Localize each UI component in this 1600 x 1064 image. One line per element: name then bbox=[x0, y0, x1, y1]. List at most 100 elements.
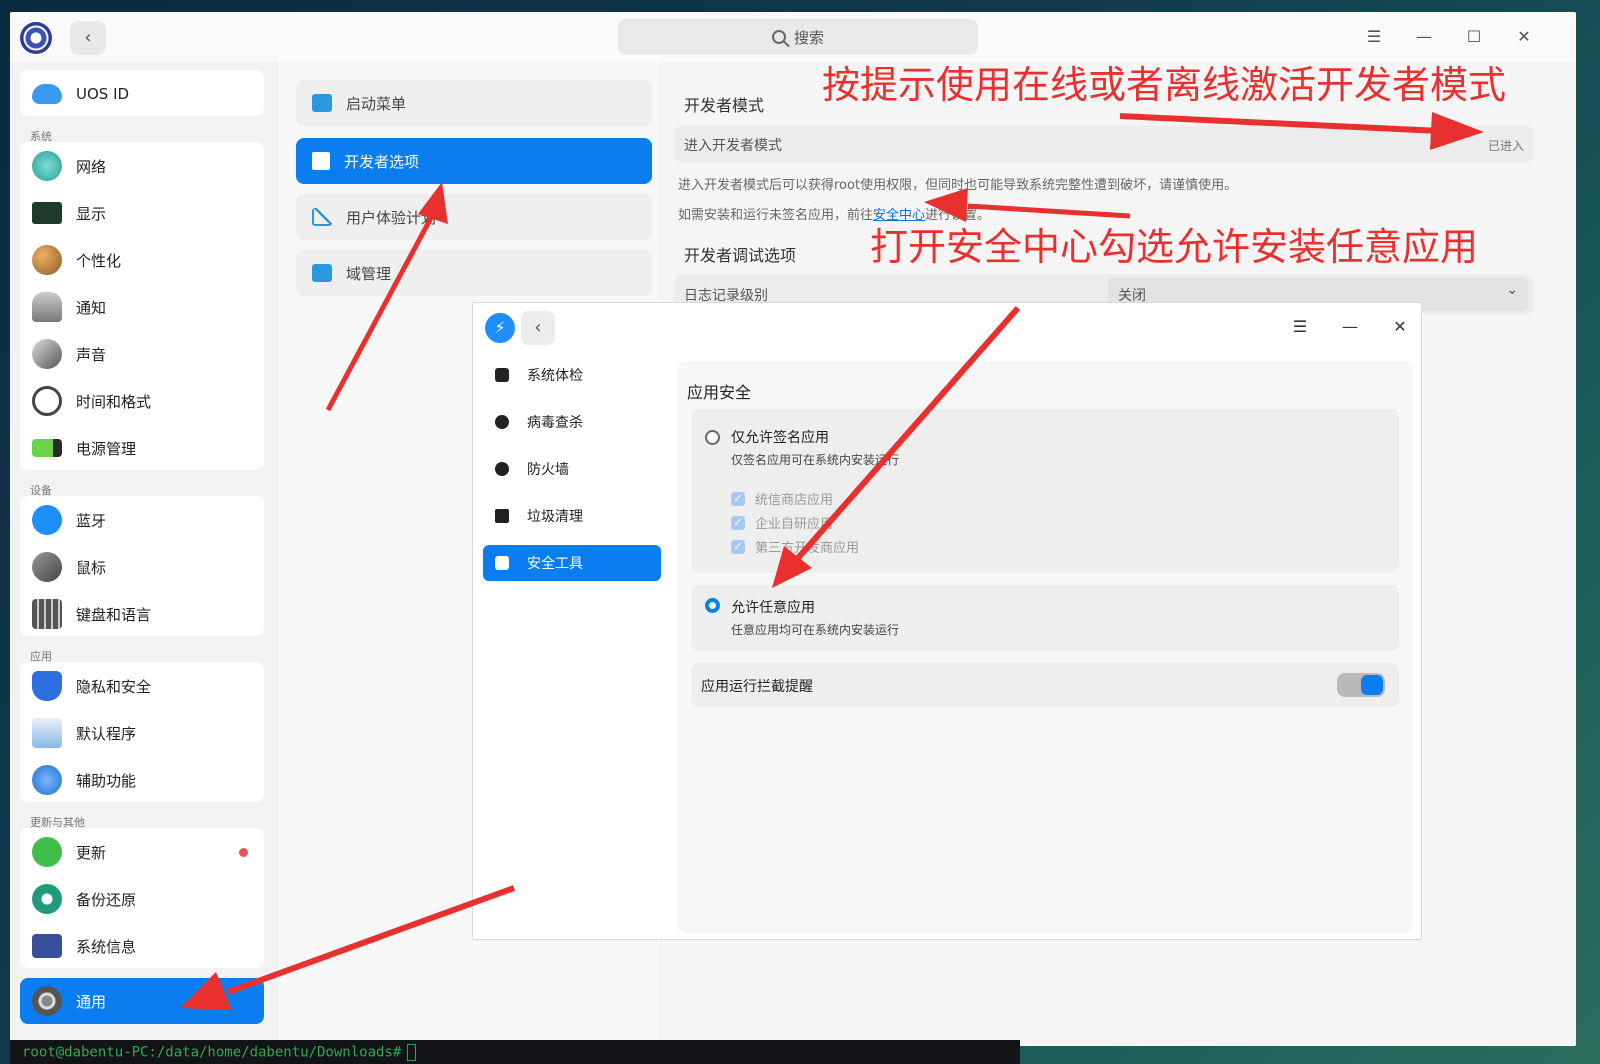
network-icon bbox=[32, 151, 62, 181]
option-signed-only[interactable]: 仅允许签名应用 仅签名应用可在系统内安装运行 ✓ 统信商店应用 ✓ 企业自研应用… bbox=[691, 409, 1399, 573]
sidebar-item-network[interactable]: 网络 bbox=[20, 144, 264, 188]
dev-mode-status: 已进入 bbox=[1487, 139, 1524, 153]
cloud-icon bbox=[32, 84, 62, 104]
sidebar: UOS ID 系统 网络 显示 个性化 通知 声音 时间和格式 电源管理 设备 … bbox=[20, 62, 274, 1046]
chevron-down-icon: ⌄ bbox=[1506, 282, 1518, 298]
checkbox-checked-icon: ✓ bbox=[731, 491, 745, 506]
app-logo-icon bbox=[20, 22, 52, 54]
clock-icon bbox=[32, 386, 62, 416]
system-info-icon bbox=[32, 934, 62, 958]
security-item-cleanup[interactable]: 垃圾清理 bbox=[483, 498, 661, 534]
terminal-cursor bbox=[407, 1044, 417, 1061]
bluetooth-icon bbox=[32, 505, 62, 535]
search-input[interactable]: 搜索 bbox=[618, 19, 978, 55]
sidebar-item-backup[interactable]: 备份还原 bbox=[20, 877, 264, 921]
firewall-icon bbox=[495, 462, 509, 476]
tools-icon bbox=[495, 556, 509, 570]
security-item-checkup[interactable]: 系统体检 bbox=[483, 357, 661, 393]
shield-icon bbox=[32, 671, 62, 701]
dialog-back-button[interactable]: ‹ bbox=[521, 311, 555, 345]
trash-icon bbox=[495, 509, 509, 523]
security-item-virus-scan[interactable]: 病毒查杀 bbox=[483, 404, 661, 440]
sidebar-item-uos-id[interactable]: UOS ID bbox=[20, 72, 264, 116]
backup-icon bbox=[32, 884, 62, 914]
palette-icon bbox=[32, 245, 62, 275]
bell-icon bbox=[32, 292, 62, 322]
maximize-icon[interactable]: ☐ bbox=[1460, 25, 1488, 49]
boot-menu-icon bbox=[312, 94, 332, 112]
annotation-middle: 打开安全中心勾选允许安装任意应用 bbox=[870, 225, 1479, 269]
domain-icon bbox=[312, 264, 332, 282]
app-security-panel: 应用安全 仅允许签名应用 仅签名应用可在系统内安装运行 ✓ 统信商店应用 ✓ 企… bbox=[677, 361, 1413, 933]
sidebar-item-mouse[interactable]: 鼠标 bbox=[20, 545, 264, 589]
sidebar-item-power[interactable]: 电源管理 bbox=[20, 426, 264, 470]
sidebar-item-general[interactable]: 通用 bbox=[20, 978, 264, 1024]
virus-scan-icon bbox=[495, 415, 509, 429]
checkbox-third-party-apps[interactable]: ✓ 第三方开发商应用 bbox=[731, 537, 859, 556]
update-arrow-icon bbox=[32, 837, 62, 867]
minimize-icon[interactable]: — bbox=[1410, 25, 1438, 49]
option-any-sub: 任意应用均可在系统内安装运行 bbox=[731, 623, 900, 637]
dialog-close-icon[interactable]: ✕ bbox=[1387, 315, 1413, 339]
terminal-prompt: root@dabentu-PC:/data/home/dabentu/Downl… bbox=[22, 1044, 402, 1061]
close-icon[interactable]: ✕ bbox=[1510, 25, 1538, 49]
sidebar-item-bluetooth[interactable]: 蓝牙 bbox=[20, 498, 264, 542]
sidebar-item-privacy[interactable]: 隐私和安全 bbox=[20, 664, 264, 708]
dev-mode-title: 开发者模式 bbox=[684, 96, 765, 115]
option-signed-sub: 仅签名应用可在系统内安装运行 bbox=[731, 453, 900, 467]
search-icon bbox=[771, 30, 786, 44]
sidebar-item-display[interactable]: 显示 bbox=[20, 191, 264, 235]
sidebar-item-accessibility[interactable]: 辅助功能 bbox=[20, 758, 264, 802]
radio-any-app[interactable] bbox=[705, 598, 720, 613]
app-security-title: 应用安全 bbox=[687, 383, 752, 402]
dialog-menu-icon[interactable]: ☰ bbox=[1287, 315, 1313, 339]
submenu-boot-menu[interactable]: 启动菜单 bbox=[296, 80, 652, 126]
sidebar-item-default-apps[interactable]: 默认程序 bbox=[20, 711, 264, 755]
sidebar-item-notification[interactable]: 通知 bbox=[20, 285, 264, 329]
sidebar-item-datetime[interactable]: 时间和格式 bbox=[20, 379, 264, 423]
annotation-top: 按提示使用在线或者离线激活开发者模式 bbox=[822, 63, 1507, 107]
intercept-reminder-toggle[interactable] bbox=[1337, 673, 1385, 697]
enter-dev-mode-label: 进入开发者模式 bbox=[684, 138, 782, 154]
option-any-app[interactable]: 允许任意应用 任意应用均可在系统内安装运行 bbox=[691, 585, 1399, 651]
gear-icon bbox=[32, 986, 62, 1016]
update-badge bbox=[239, 848, 248, 857]
submenu-domain[interactable]: 域管理 bbox=[296, 250, 652, 296]
debug-options-title: 开发者调试选项 bbox=[684, 246, 797, 265]
back-button[interactable]: ‹ bbox=[70, 21, 106, 55]
enter-dev-mode-row[interactable]: 进入开发者模式 已进入 bbox=[674, 126, 1534, 162]
option-signed-title: 仅允许签名应用 bbox=[731, 430, 829, 446]
terminal-strip: root@dabentu-PC:/data/home/dabentu/Downl… bbox=[10, 1040, 1020, 1064]
search-placeholder: 搜索 bbox=[793, 28, 824, 47]
checkbox-enterprise-apps[interactable]: ✓ 企业自研应用 bbox=[731, 513, 833, 532]
checkup-icon bbox=[495, 368, 509, 382]
security-item-firewall[interactable]: 防火墙 bbox=[483, 451, 661, 487]
intercept-reminder-label: 应用运行拦截提醒 bbox=[701, 679, 813, 695]
checkbox-store-apps[interactable]: ✓ 统信商店应用 bbox=[731, 489, 833, 508]
battery-icon bbox=[32, 439, 62, 457]
mouse-icon bbox=[32, 552, 62, 582]
menu-icon[interactable]: ☰ bbox=[1360, 25, 1388, 49]
submenu-developer-options[interactable]: 开发者选项 bbox=[296, 138, 652, 184]
keyboard-icon bbox=[32, 599, 62, 629]
sidebar-item-sound[interactable]: 声音 bbox=[20, 332, 264, 376]
dialog-minimize-icon[interactable]: — bbox=[1337, 315, 1363, 339]
sidebar-item-update[interactable]: 更新 bbox=[20, 830, 264, 874]
display-icon bbox=[32, 202, 62, 224]
default-apps-icon bbox=[32, 718, 62, 748]
checkbox-checked-icon: ✓ bbox=[731, 515, 745, 530]
submenu-user-experience[interactable]: 用户体验计划 bbox=[296, 194, 652, 240]
sidebar-item-system-info[interactable]: 系统信息 bbox=[20, 924, 264, 968]
speaker-icon bbox=[32, 339, 62, 369]
accessibility-icon bbox=[32, 765, 62, 795]
option-any-title: 允许任意应用 bbox=[731, 600, 815, 616]
checkbox-checked-icon: ✓ bbox=[731, 539, 745, 554]
dev-mode-hint: 进入开发者模式后可以获得root使用权限，但同时也可能导致系统完整性遭到破坏，请… bbox=[678, 178, 1238, 193]
tools-icon bbox=[312, 152, 330, 170]
security-center-window: ⚡ ‹ ☰ — ✕ 系统体检 病毒查杀 防火墙 垃圾清理 安全工具 应用安全 仅… bbox=[472, 302, 1422, 940]
security-sidebar: 系统体检 病毒查杀 防火墙 垃圾清理 安全工具 bbox=[473, 353, 669, 939]
radio-signed-only[interactable] bbox=[705, 430, 720, 445]
security-item-tools[interactable]: 安全工具 bbox=[483, 545, 661, 581]
sidebar-item-personalization[interactable]: 个性化 bbox=[20, 238, 264, 282]
sidebar-item-keyboard[interactable]: 键盘和语言 bbox=[20, 592, 264, 636]
